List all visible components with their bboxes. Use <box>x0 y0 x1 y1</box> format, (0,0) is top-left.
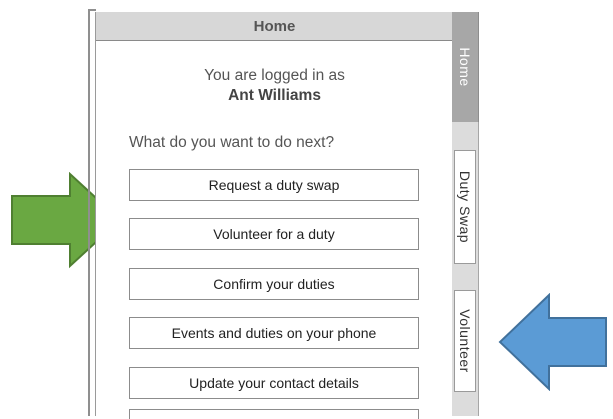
user-name: Ant Williams <box>228 87 321 104</box>
tab-duty-swap[interactable]: Duty Swap <box>454 150 476 264</box>
tab-home[interactable]: Home <box>452 12 479 122</box>
next-step-question: What do you want to do next? <box>129 134 335 151</box>
events-on-phone-button[interactable]: Events and duties on your phone <box>129 317 419 349</box>
volunteer-for-duty-button[interactable]: Volunteer for a duty <box>129 218 419 250</box>
window-frame-corner <box>88 9 96 11</box>
tab-volunteer-label: Volunteer <box>457 309 473 373</box>
tab-home-label: Home <box>457 47 473 87</box>
update-contact-details-button[interactable]: Update your contact details <box>129 367 419 399</box>
panel-title: Home <box>253 18 296 35</box>
tab-volunteer[interactable]: Volunteer <box>454 290 476 392</box>
blue-arrow-icon <box>498 293 607 391</box>
panel-header: Home <box>96 12 453 41</box>
request-duty-swap-button[interactable]: Request a duty swap <box>129 169 419 201</box>
next-action-button-partial[interactable] <box>129 409 419 419</box>
logged-in-label: You are logged in as <box>204 67 345 84</box>
tab-duty-swap-label: Duty Swap <box>457 170 473 244</box>
confirm-duties-button[interactable]: Confirm your duties <box>129 268 419 300</box>
home-panel: Home You are logged in as Ant Williams W… <box>95 12 454 419</box>
window-frame-edge <box>88 9 90 416</box>
